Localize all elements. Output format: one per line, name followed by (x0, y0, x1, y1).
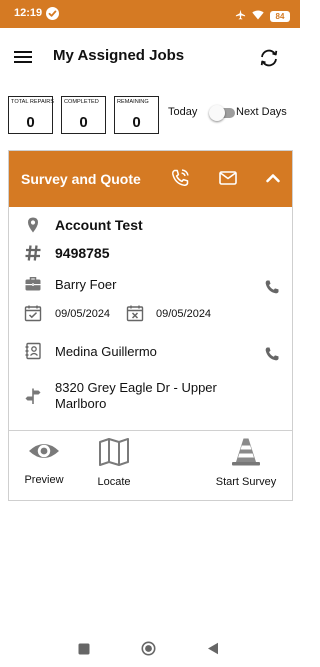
job-card: Survey and Quote Account Test 9498785 Ba… (8, 150, 293, 501)
locate-label: Locate (97, 476, 131, 488)
page-title: My Assigned Jobs (53, 47, 185, 64)
check-icon (46, 7, 59, 20)
calendar-cancel-icon (126, 304, 144, 322)
end-date: 09/05/2024 (156, 308, 212, 320)
eye-icon (21, 437, 67, 470)
toggle-label-today: Today (168, 106, 198, 118)
phone-icon[interactable] (264, 346, 280, 362)
job-stats: Total Repairs 0 Completed 0 Remaining 0 … (8, 96, 298, 136)
start-date: 09/05/2024 (55, 308, 111, 320)
phone-icon[interactable] (264, 279, 280, 295)
locate-button[interactable]: Locate (91, 437, 137, 488)
airplane-icon (235, 7, 246, 25)
preview-button[interactable]: Preview (21, 437, 67, 486)
status-indicators: 84 (235, 7, 290, 25)
toggle-knob (209, 105, 225, 121)
email-icon[interactable] (217, 167, 239, 189)
start-survey-label: Start Survey (215, 476, 277, 488)
contact-name: Barry Foer (55, 277, 117, 292)
briefcase-icon (24, 275, 42, 293)
wifi-icon (252, 7, 264, 25)
address: 8320 Grey Eagle Dr - Upper Marlboro (55, 380, 217, 411)
hamburger-menu-icon[interactable] (14, 48, 34, 66)
toggle-label-next-days: Next Days (236, 106, 287, 118)
map-icon (91, 437, 137, 472)
completed-box: Completed 0 (61, 96, 106, 134)
recent-apps-icon[interactable] (78, 642, 90, 660)
call-icon[interactable] (169, 167, 191, 189)
home-icon[interactable] (141, 641, 156, 661)
hash-icon (24, 244, 42, 262)
today-next-days-toggle[interactable] (209, 105, 235, 121)
status-time: 12:19 (14, 7, 43, 19)
preview-label: Preview (24, 474, 64, 486)
remaining-box: Remaining 0 (114, 96, 159, 134)
account-name: Account Test (55, 217, 143, 233)
total-repairs-box: Total Repairs 0 (8, 96, 54, 134)
stat-label: Completed (64, 99, 99, 105)
system-nav-bar (0, 632, 300, 667)
start-survey-button[interactable]: Start Survey (211, 437, 281, 488)
chevron-up-icon[interactable] (262, 167, 284, 189)
stat-value: 0 (79, 114, 88, 131)
calendar-check-icon (24, 304, 42, 322)
location-pin-icon (24, 216, 42, 234)
card-title: Survey and Quote (21, 171, 141, 187)
traffic-cone-icon (211, 437, 281, 472)
stat-value: 0 (132, 114, 141, 131)
contact-card-icon (24, 342, 42, 360)
card-header[interactable]: Survey and Quote (9, 151, 292, 207)
signpost-icon (24, 387, 42, 405)
stat-label: Remaining (117, 99, 149, 105)
status-bar: 12:19 84 (0, 0, 300, 28)
divider (9, 430, 292, 431)
job-number: 9498785 (55, 245, 110, 261)
app-bar: My Assigned Jobs (0, 28, 300, 86)
stat-label: Total Repairs (11, 99, 54, 105)
battery-icon: 84 (270, 10, 290, 22)
stat-value: 0 (26, 114, 35, 131)
owner-name: Medina Guillermo (55, 344, 157, 359)
refresh-icon[interactable] (258, 47, 280, 69)
back-icon[interactable] (207, 642, 219, 660)
